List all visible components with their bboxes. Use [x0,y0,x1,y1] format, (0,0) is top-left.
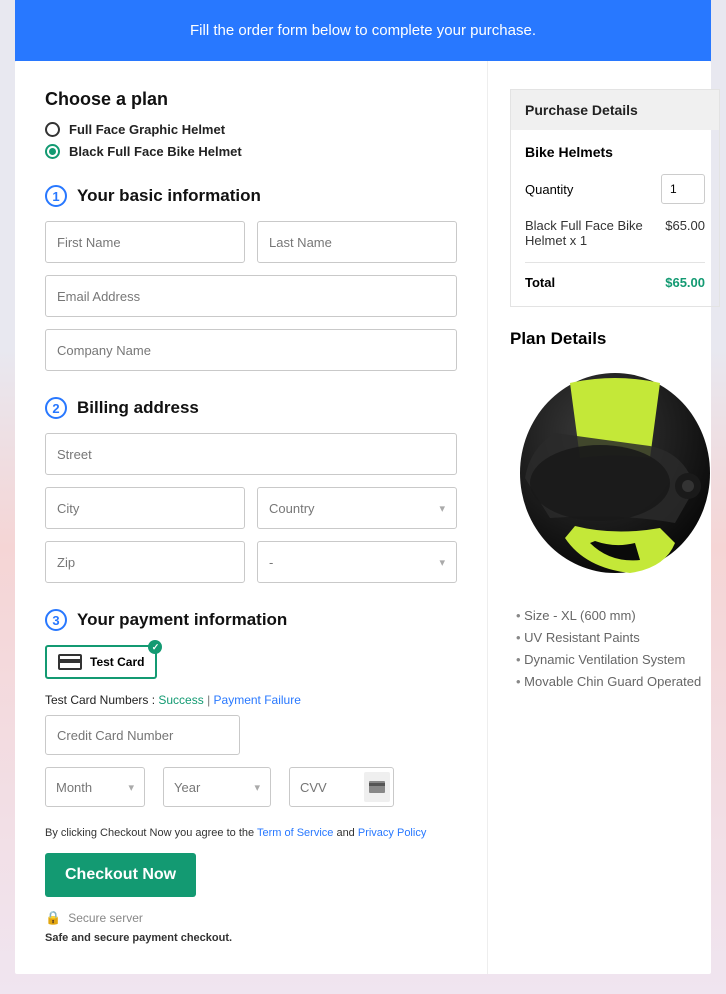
quantity-label: Quantity [525,182,573,197]
product-image [510,363,720,593]
safe-checkout-text: Safe and secure payment checkout. [45,932,457,944]
test-card-numbers-text: Test Card Numbers : Success | Payment Fa… [45,693,457,707]
section-1-header: 1 Your basic information [45,185,457,207]
secure-server-text: 🔒 Secure server [45,910,457,926]
section-title: Your basic information [77,186,261,206]
credit-card-number-input[interactable] [45,715,240,755]
product-category-title: Bike Helmets [525,144,705,160]
radio-icon [45,122,60,137]
form-container: Choose a plan Full Face Graphic Helmet B… [15,61,711,974]
right-column: Purchase Details Bike Helmets Quantity B… [488,61,726,974]
street-input[interactable] [45,433,457,475]
quantity-input[interactable] [661,174,705,204]
last-name-input[interactable] [257,221,457,263]
plan-bullet: UV Resistant Paints [516,627,720,649]
checkout-button[interactable]: Checkout Now [45,853,196,897]
purchase-details-box: Purchase Details Bike Helmets Quantity B… [510,89,720,307]
month-select[interactable]: Month ▾ [45,767,145,807]
plan-option-0[interactable]: Full Face Graphic Helmet [45,122,457,137]
year-placeholder: Year [174,780,200,795]
choose-plan-heading: Choose a plan [45,89,457,110]
state-select[interactable]: - ▾ [257,541,457,583]
plan-option-1[interactable]: Black Full Face Bike Helmet [45,144,457,159]
step-number-icon: 3 [45,609,67,631]
section-title: Your payment information [77,610,287,630]
total-amount: $65.00 [665,275,705,290]
section-3-header: 3 Your payment information [45,609,457,631]
radio-icon-selected [45,144,60,159]
chevron-down-icon: ▾ [254,781,260,794]
chevron-down-icon: ▾ [128,781,134,794]
plan-option-label: Full Face Graphic Helmet [69,122,225,137]
banner: Fill the order form below to complete yo… [15,0,711,61]
plan-bullet: Dynamic Ventilation System [516,649,720,671]
chevron-down-icon: ▾ [439,502,445,515]
step-number-icon: 1 [45,185,67,207]
plan-bullets: Size - XL (600 mm) UV Resistant Paints D… [510,605,720,693]
lock-icon: 🔒 [45,910,61,926]
check-badge-icon: ✓ [148,640,162,654]
country-select[interactable]: Country ▾ [257,487,457,529]
terms-text: By clicking Checkout Now you agree to th… [45,827,457,839]
purchase-details-heading: Purchase Details [511,90,719,130]
plan-option-label: Black Full Face Bike Helmet [69,144,242,159]
test-card-success-link[interactable]: Success [158,693,203,707]
email-input[interactable] [45,275,457,317]
section-2-header: 2 Billing address [45,397,457,419]
section-title: Billing address [77,398,199,418]
card-back-icon [364,772,390,802]
plan-bullet: Size - XL (600 mm) [516,605,720,627]
line-item-price: $65.00 [665,218,705,248]
privacy-policy-link[interactable]: Privacy Policy [358,827,426,839]
test-card-failure-link[interactable]: Payment Failure [214,693,301,707]
country-placeholder: Country [269,501,315,516]
year-select[interactable]: Year ▾ [163,767,271,807]
month-placeholder: Month [56,780,92,795]
terms-of-service-link[interactable]: Term of Service [257,827,333,839]
line-item-name: Black Full Face Bike Helmet x 1 [525,218,665,248]
chevron-down-icon: ▾ [439,556,445,569]
test-card-button[interactable]: Test Card ✓ [45,645,157,679]
left-column: Choose a plan Full Face Graphic Helmet B… [15,61,488,974]
plan-bullet: Movable Chin Guard Operated [516,671,720,693]
test-card-label: Test Card [90,655,144,669]
company-input[interactable] [45,329,457,371]
state-placeholder: - [269,555,273,570]
city-input[interactable] [45,487,245,529]
plan-details-heading: Plan Details [510,329,720,349]
total-label: Total [525,275,555,290]
step-number-icon: 2 [45,397,67,419]
first-name-input[interactable] [45,221,245,263]
credit-card-icon [58,654,82,670]
zip-input[interactable] [45,541,245,583]
